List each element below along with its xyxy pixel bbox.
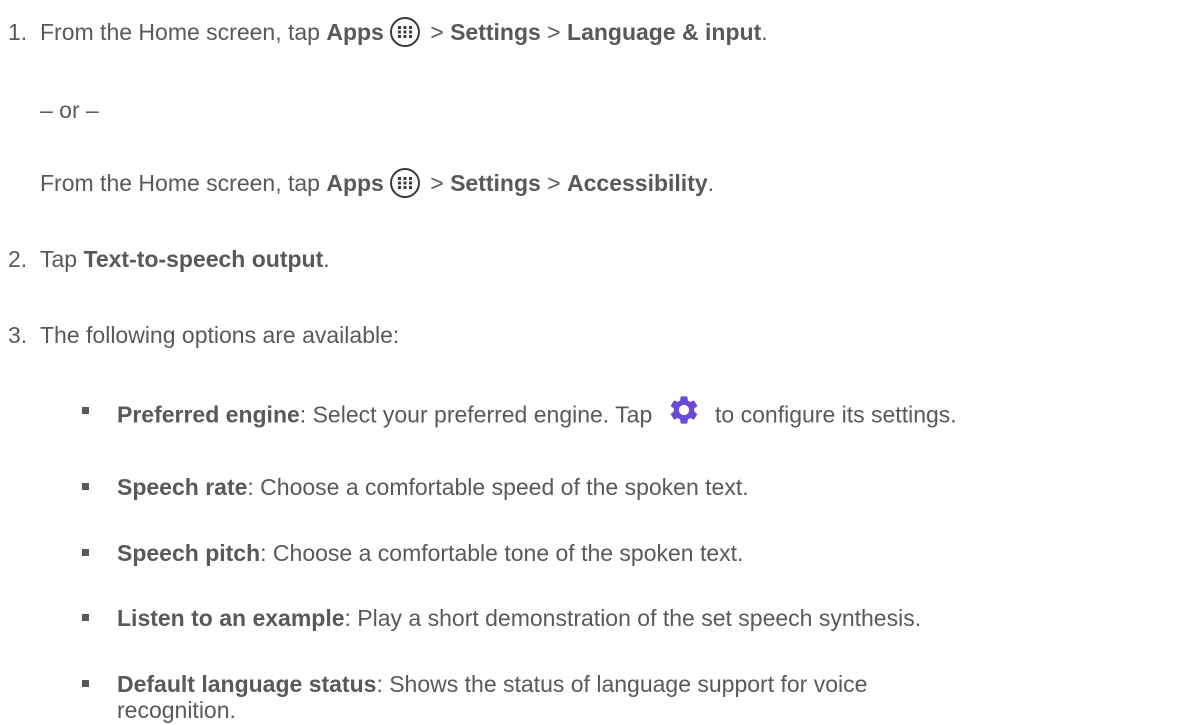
or-separator: – or –: [40, 97, 99, 123]
step-number: 3.: [8, 322, 28, 348]
list-item: Speech pitch: Choose a comfortable tone …: [117, 540, 744, 566]
step-text: Tap Text-to-speech output.: [40, 246, 330, 272]
step-text: From the Home screen, tap Apps > Setting…: [40, 16, 768, 49]
target-label: Text-to-speech output: [83, 246, 324, 272]
bullet-marker: [82, 483, 89, 490]
bullet-marker: [82, 614, 89, 621]
settings-label: Settings: [450, 170, 541, 196]
step-text: The following options are available:: [40, 322, 400, 348]
option-title: Default language status: [117, 671, 377, 697]
option-title: Speech pitch: [117, 540, 261, 566]
gear-icon: [667, 393, 701, 434]
target-label: Accessibility: [567, 170, 708, 196]
apps-grid-icon: [389, 16, 420, 47]
bullet-marker: [82, 407, 89, 414]
step-number: 1.: [8, 19, 28, 45]
option-title: Listen to an example: [117, 605, 345, 631]
apps-label: Apps: [326, 170, 384, 196]
list-item: Listen to an example: Play a short demon…: [117, 605, 922, 631]
settings-label: Settings: [450, 19, 541, 45]
option-title: Speech rate: [117, 474, 248, 500]
bullet-marker: [82, 680, 89, 687]
option-title: Preferred engine: [117, 401, 300, 428]
list-item: Preferred engine: Select your preferred …: [117, 396, 957, 437]
list-item: Speech rate: Choose a comfortable speed …: [117, 474, 749, 500]
target-label: Language & input: [567, 19, 762, 45]
step-number: 2.: [8, 246, 28, 272]
bullet-marker: [82, 549, 89, 556]
alt-step: From the Home screen, tap Apps > Setting…: [40, 167, 714, 200]
list-item-continuation: recognition.: [117, 697, 236, 723]
apps-label: Apps: [326, 19, 384, 45]
apps-grid-icon: [389, 167, 420, 198]
